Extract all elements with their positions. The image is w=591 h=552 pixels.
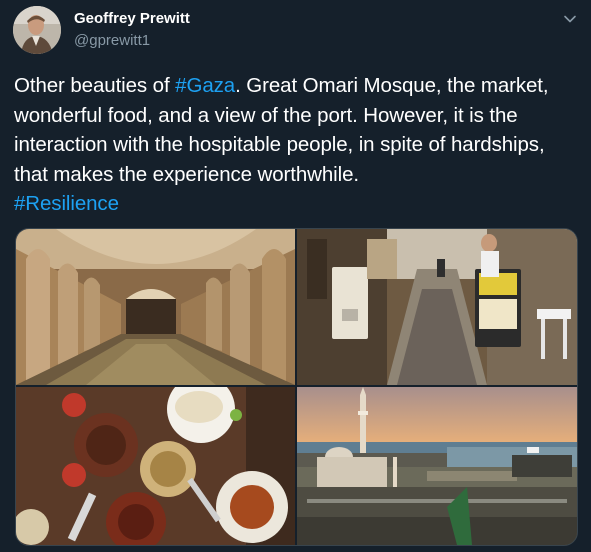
media-grid bbox=[15, 228, 578, 546]
photo-mosque-arcade[interactable] bbox=[16, 229, 295, 385]
tweet-text-intro: Other beauties of bbox=[14, 74, 176, 97]
chevron-down-icon[interactable] bbox=[561, 10, 579, 28]
tweet-card[interactable]: Geoffrey Prewitt @gprewitt1 Other beauti… bbox=[0, 0, 591, 552]
author-handle[interactable]: @gprewitt1 bbox=[74, 32, 150, 49]
hashtag-resilience[interactable]: #Resilience bbox=[14, 192, 119, 215]
tweet-text: Other beauties of #Gaza. Great Omari Mos… bbox=[14, 71, 579, 219]
avatar[interactable] bbox=[13, 6, 61, 54]
photo-food-spread[interactable] bbox=[16, 387, 295, 545]
photo-market-street[interactable] bbox=[297, 229, 577, 385]
photo-port-view[interactable] bbox=[297, 387, 577, 545]
hashtag-gaza[interactable]: #Gaza bbox=[175, 74, 235, 97]
author-name[interactable]: Geoffrey Prewitt bbox=[74, 10, 190, 27]
